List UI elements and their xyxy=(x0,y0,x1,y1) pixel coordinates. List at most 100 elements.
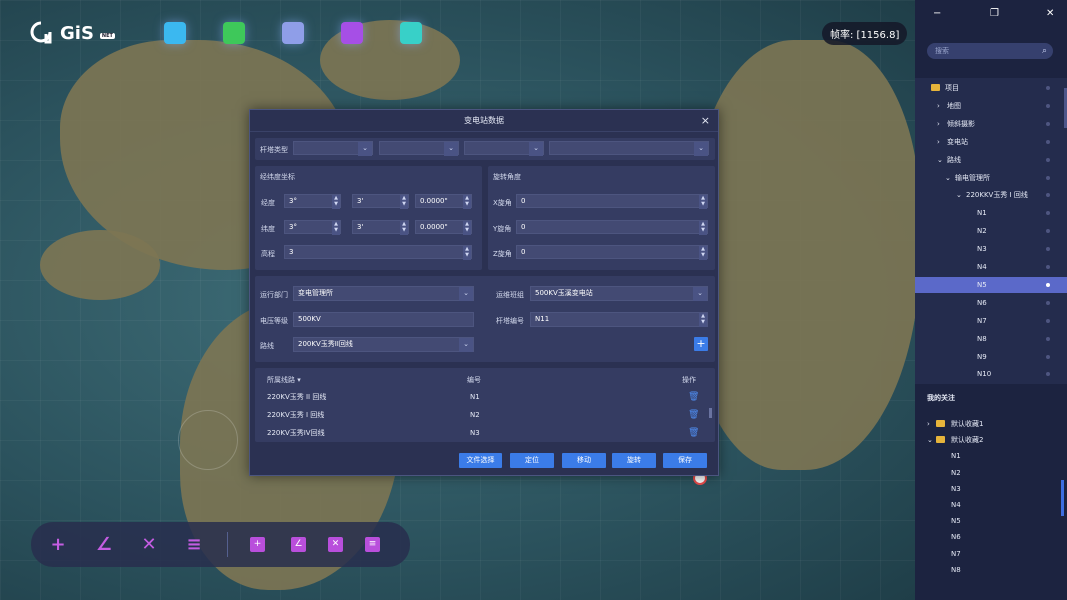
visibility-dot-icon[interactable] xyxy=(1046,265,1050,269)
tree-item[interactable]: ⌄ 输电管理所 xyxy=(915,170,1067,186)
tree-item[interactable]: ⌄ 220KKV玉秀 I 回线 xyxy=(915,187,1067,203)
table-row[interactable]: 220KV玉秀IV回线 N3 🗑 xyxy=(261,424,715,442)
restore-icon[interactable]: ❐ xyxy=(990,8,999,19)
tree-item[interactable]: N10 xyxy=(915,366,1067,382)
tree-item[interactable]: N3 xyxy=(915,241,1067,257)
add-line-button[interactable]: + xyxy=(694,337,708,351)
favorite-item[interactable]: › 默认收藏1 xyxy=(915,416,1067,432)
spinner-icon[interactable]: ▲ ▼ xyxy=(332,195,340,209)
tower-number-input[interactable]: N11 ▲ ▼ xyxy=(530,312,708,327)
spinner-icon[interactable]: ▲ ▼ xyxy=(400,221,408,235)
tower-type-select-4[interactable]: ⌄ xyxy=(549,141,709,156)
spinner-icon[interactable]: ▲ ▼ xyxy=(699,313,707,327)
tree-item[interactable]: ⌄ 路线 xyxy=(915,152,1067,168)
tree-item[interactable]: N8 xyxy=(915,331,1067,347)
z-rotation-input[interactable]: 0 ▲ ▼ xyxy=(516,245,708,260)
close-icon[interactable]: × xyxy=(701,110,710,132)
favorites-scrollbar[interactable] xyxy=(1061,480,1064,516)
delete-icon[interactable]: ✕ xyxy=(138,534,160,556)
visibility-dot-icon[interactable] xyxy=(1046,193,1050,198)
tree-item[interactable]: N9 xyxy=(915,349,1067,365)
chevron-right-icon[interactable]: › xyxy=(937,116,940,132)
visibility-dot-icon[interactable] xyxy=(1046,247,1050,252)
tree-item[interactable]: N2 xyxy=(915,223,1067,239)
team-select[interactable]: 500KV玉溪变电站 ⌄ xyxy=(530,286,708,301)
save-button[interactable]: 保存 xyxy=(663,453,707,468)
trash-icon[interactable]: 🗑 xyxy=(688,406,699,424)
tree-item[interactable]: N7 xyxy=(915,313,1067,329)
trash-icon[interactable]: 🗑 xyxy=(688,424,699,442)
voltage-input[interactable]: 500KV xyxy=(293,312,474,327)
search-input[interactable]: 搜索 ⌕ xyxy=(927,43,1053,59)
visibility-dot-icon[interactable] xyxy=(1046,336,1050,341)
department-select[interactable]: 变电管理所 ⌄ xyxy=(293,286,474,301)
longitude-second-input[interactable]: 0.0000" ▲ ▼ xyxy=(415,194,472,209)
spinner-icon[interactable]: ▲ ▼ xyxy=(699,246,707,260)
visibility-dot-icon[interactable] xyxy=(1046,121,1050,126)
chevron-right-icon[interactable]: › xyxy=(937,98,940,114)
document-icon[interactable] xyxy=(400,22,422,44)
cube-3d-icon[interactable] xyxy=(341,22,363,44)
longitude-minute-input[interactable]: 3' ▲ ▼ xyxy=(352,194,409,209)
visibility-dot-icon[interactable] xyxy=(1046,282,1050,287)
x-rotation-input[interactable]: 0 ▲ ▼ xyxy=(516,194,708,209)
close-window-icon[interactable]: ✕ xyxy=(1046,8,1054,19)
visibility-dot-icon[interactable] xyxy=(1046,157,1050,162)
favorite-item[interactable]: N3 xyxy=(915,481,1067,497)
favorite-item[interactable]: N6 xyxy=(915,529,1067,545)
tree-item[interactable]: N6 xyxy=(915,295,1067,311)
table-scrollbar[interactable] xyxy=(709,408,712,418)
spinner-icon[interactable]: ▲ ▼ xyxy=(332,221,340,235)
grid-apps-icon[interactable] xyxy=(223,22,245,44)
spinner-icon[interactable]: ▲ ▼ xyxy=(463,246,471,260)
y-rotation-input[interactable]: 0 ▲ ▼ xyxy=(516,220,708,235)
tower-type-select-3[interactable]: ⌄ xyxy=(464,141,544,156)
file-select-button[interactable]: 文件选择 xyxy=(459,453,502,468)
add-icon[interactable]: + xyxy=(47,534,69,556)
visibility-dot-icon[interactable] xyxy=(1046,229,1050,234)
favorite-item[interactable]: N8 xyxy=(915,562,1067,578)
layer-panel-icon[interactable] xyxy=(164,22,186,44)
delete-small-icon[interactable]: ✕ xyxy=(328,537,343,552)
visibility-dot-icon[interactable] xyxy=(1046,103,1050,108)
spinner-icon[interactable]: ▲ ▼ xyxy=(463,221,471,235)
tree-item[interactable]: N1 xyxy=(915,205,1067,221)
visibility-dot-icon[interactable] xyxy=(1046,354,1050,359)
visibility-dot-icon[interactable] xyxy=(1046,300,1050,305)
spinner-icon[interactable]: ▲ ▼ xyxy=(463,195,471,209)
add-small-icon[interactable]: + xyxy=(250,537,265,552)
tree-item[interactable]: N4 xyxy=(915,259,1067,275)
chevron-down-icon[interactable]: ⌄ xyxy=(927,432,933,448)
chevron-down-icon[interactable]: ⌄ xyxy=(945,170,951,186)
chevron-down-icon[interactable]: ⌄ xyxy=(956,187,962,203)
list-small-icon[interactable]: ≡ xyxy=(365,537,380,552)
visibility-dot-icon[interactable] xyxy=(1046,175,1050,180)
visibility-dot-icon[interactable] xyxy=(1046,211,1050,216)
edit-small-icon[interactable]: ∠ xyxy=(291,537,306,552)
locate-button[interactable]: 定位 xyxy=(510,453,554,468)
spinner-icon[interactable]: ▲ ▼ xyxy=(699,221,707,235)
table-row[interactable]: 220KV玉秀 I 回线 N2 🗑 xyxy=(261,406,715,424)
favorite-item[interactable]: N1 xyxy=(915,448,1067,464)
tree-item[interactable]: › 地图 xyxy=(915,98,1067,114)
favorite-item[interactable]: N4 xyxy=(915,497,1067,513)
tower-type-select-2[interactable]: ⌄ xyxy=(379,141,459,156)
visibility-dot-icon[interactable] xyxy=(1046,139,1050,144)
spinner-icon[interactable]: ▲ ▼ xyxy=(699,195,707,209)
tower-type-select-1[interactable]: ⌄ xyxy=(293,141,373,156)
chevron-right-icon[interactable]: › xyxy=(937,134,940,150)
visibility-dot-icon[interactable] xyxy=(1046,86,1050,90)
search-icon[interactable]: ⌕ xyxy=(1042,43,1047,59)
line-select[interactable]: 200KV玉秀II回线 ⌄ xyxy=(293,337,474,352)
chevron-down-icon[interactable]: ⌄ xyxy=(937,152,943,168)
spinner-icon[interactable]: ▲ ▼ xyxy=(400,195,408,209)
visibility-dot-icon[interactable] xyxy=(1046,372,1050,377)
map-pin-icon[interactable] xyxy=(282,22,304,44)
latitude-degree-input[interactable]: 3° ▲ ▼ xyxy=(284,220,341,235)
favorite-item[interactable]: N5 xyxy=(915,513,1067,529)
list-icon[interactable]: ≡ xyxy=(183,534,205,556)
move-button[interactable]: 移动 xyxy=(562,453,606,468)
minimize-icon[interactable]: − xyxy=(933,8,941,19)
favorite-item[interactable]: N2 xyxy=(915,465,1067,481)
tree-item[interactable]: › 倾斜摄影 xyxy=(915,116,1067,132)
